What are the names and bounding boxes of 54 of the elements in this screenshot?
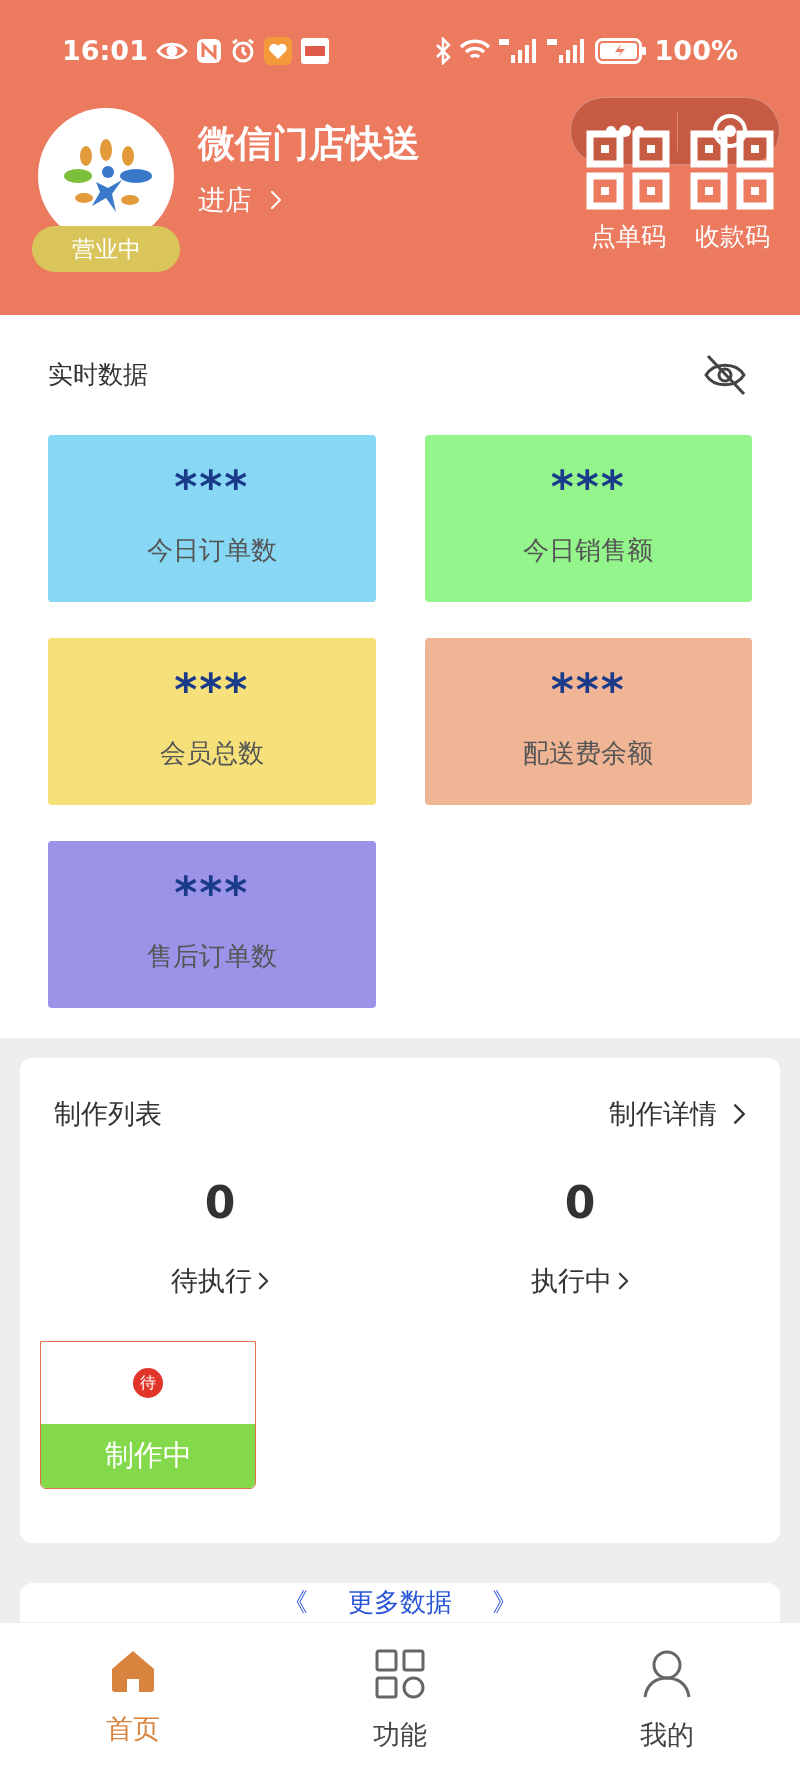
chevron-icon [270, 190, 282, 211]
pending-badge: 待 [133, 1368, 163, 1398]
status-link[interactable]: 执行中 [531, 1260, 629, 1301]
eye-icon [155, 40, 188, 62]
stat-value: *** [550, 465, 626, 509]
home-icon [110, 1649, 157, 1693]
stat-card[interactable]: *** 今日销售额 [424, 435, 752, 602]
hide-eye-icon[interactable] [702, 352, 748, 398]
status-link[interactable]: 待执行 [171, 1260, 269, 1301]
chevron-icon [258, 1270, 269, 1291]
chevron-icon [618, 1270, 629, 1291]
stat-value: *** [174, 465, 250, 509]
status-badge: 营业中 [32, 226, 180, 272]
alarm-icon [229, 38, 256, 64]
more-icon [605, 125, 645, 137]
signal-icon [498, 37, 539, 65]
stat-label: 售后订单数 [146, 940, 277, 973]
stat-card[interactable]: *** 售后订单数 [48, 841, 376, 1008]
heart-app-icon [263, 37, 292, 65]
stat-card[interactable]: *** 配送费余额 [424, 638, 752, 805]
guillemet-left: 《 [282, 1587, 308, 1617]
stat-label: 今日销售额 [523, 534, 654, 567]
tile-status: 制作中 [41, 1424, 255, 1488]
guillemet-right: 》 [492, 1587, 518, 1617]
close-target-icon [712, 113, 748, 149]
stat-card[interactable]: *** 今日订单数 [48, 435, 376, 602]
stat-label: 今日订单数 [146, 534, 277, 567]
battery-percent: 100% [654, 33, 738, 68]
nav-tab[interactable]: 我的 [533, 1623, 800, 1772]
stat-value: *** [174, 668, 250, 712]
bluetooth-icon [434, 37, 451, 65]
order-tile[interactable]: 待 制作中 [40, 1341, 256, 1489]
chevron-icon [733, 1102, 746, 1127]
store-name: 微信门店快送 [198, 122, 420, 166]
grid-icon [375, 1649, 425, 1699]
stat-card[interactable]: *** 会员总数 [48, 638, 376, 805]
stat-value: *** [174, 871, 250, 915]
nfc-icon [195, 38, 222, 64]
production-detail-link[interactable]: 制作详情 [609, 1094, 746, 1135]
stat-value: *** [550, 668, 626, 712]
section-title: 制作列表 [54, 1097, 162, 1131]
count-value: 0 [564, 1175, 596, 1230]
section-title: 实时数据 [48, 359, 148, 392]
battery-icon [594, 38, 647, 64]
nav-tab[interactable]: 功能 [266, 1623, 534, 1772]
status-time: 16:01 [62, 33, 148, 68]
signal-icon [546, 37, 587, 65]
count-value: 0 [204, 1175, 236, 1230]
more-data-link[interactable]: 更多数据 [348, 1587, 452, 1617]
qr-code-icon [690, 130, 774, 210]
stat-label: 会员总数 [159, 737, 264, 770]
user-icon [642, 1649, 691, 1699]
qr-code-icon [586, 130, 670, 210]
stat-label: 配送费余额 [523, 737, 654, 770]
